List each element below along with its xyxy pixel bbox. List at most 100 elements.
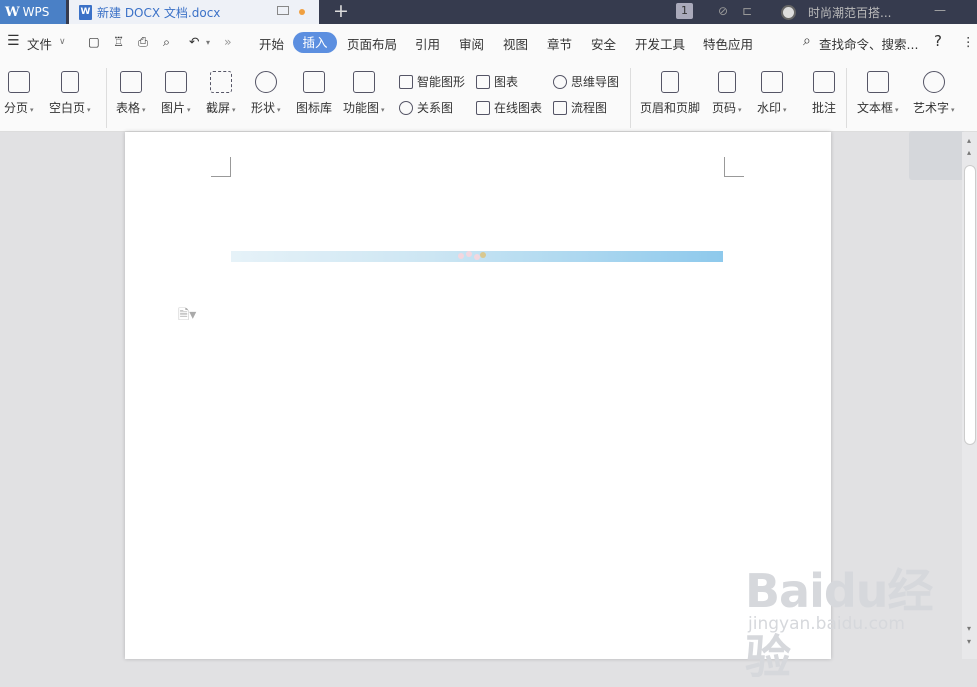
page-number-label: 页码 bbox=[712, 101, 737, 115]
new-tab-button[interactable]: + bbox=[333, 0, 349, 22]
picture-button[interactable]: 图片 ▾ bbox=[161, 71, 191, 116]
icon-library-icon bbox=[303, 71, 325, 93]
tab-developer[interactable]: 开发工具 bbox=[635, 34, 685, 53]
document-tab-title: 新建 DOCX 文档.docx bbox=[97, 5, 221, 20]
top-right-margin-mark bbox=[724, 157, 744, 177]
word-art-button[interactable]: 艺术字 ▾ bbox=[913, 71, 955, 116]
paste-options-icon[interactable]: 🗎▾ bbox=[178, 304, 196, 328]
screenshot-icon bbox=[209, 71, 232, 93]
relation-chart-icon bbox=[399, 100, 413, 115]
more-icon[interactable]: » bbox=[224, 34, 232, 49]
avatar[interactable] bbox=[781, 4, 796, 20]
word-art-label: 艺术字 bbox=[913, 101, 950, 115]
shapes-button[interactable]: 形状 ▾ bbox=[251, 71, 281, 116]
baidu-watermark-url: jingyan.baidu.com bbox=[748, 614, 905, 634]
document-tab[interactable]: W 新建 DOCX 文档.docx bbox=[69, 0, 319, 24]
scroll-up-icon[interactable]: ▴ bbox=[967, 136, 971, 145]
search-icon[interactable]: ⌕ bbox=[803, 33, 811, 49]
undo-icon[interactable]: ↶ bbox=[189, 34, 199, 49]
file-menu-chevron-down-icon[interactable]: ∨ bbox=[59, 37, 66, 47]
exit-icon[interactable]: ⊏ bbox=[742, 4, 752, 18]
document-page[interactable]: 🗎▾ bbox=[125, 132, 831, 659]
page-break-label: 分页 bbox=[4, 101, 29, 115]
tab-chapter[interactable]: 章节 bbox=[547, 34, 572, 53]
blank-page-button[interactable]: 空白页 ▾ bbox=[49, 71, 91, 116]
watermark-icon bbox=[760, 71, 783, 93]
table-button[interactable]: 表格 ▾ bbox=[116, 71, 146, 116]
blank-page-label: 空白页 bbox=[49, 101, 86, 115]
wps-app-tab[interactable]: W WPS bbox=[0, 0, 66, 24]
tab-review[interactable]: 审阅 bbox=[459, 34, 484, 53]
header-footer-label: 页眉和页脚 bbox=[640, 101, 701, 115]
print-icon[interactable]: ⎙ bbox=[138, 34, 148, 50]
document-file-icon: W bbox=[79, 4, 92, 20]
inserted-picture[interactable] bbox=[231, 251, 723, 262]
cherry-blossom-icon bbox=[456, 251, 486, 262]
mind-map-label: 思维导图 bbox=[571, 75, 620, 89]
more-options-icon[interactable]: ⋮ bbox=[962, 34, 975, 49]
window-count-badge[interactable]: 1 bbox=[676, 3, 693, 19]
blank-page-icon bbox=[60, 71, 79, 93]
tab-insert[interactable]: 插入 bbox=[293, 32, 337, 53]
tab-page-layout[interactable]: 页面布局 bbox=[347, 34, 397, 53]
tab-special[interactable]: 特色应用 bbox=[703, 34, 753, 53]
word-art-icon bbox=[922, 71, 945, 93]
online-chart-button[interactable]: 在线图表 bbox=[476, 99, 542, 116]
relation-chart-button[interactable]: 关系图 bbox=[399, 99, 453, 116]
online-chart-icon bbox=[476, 100, 490, 115]
chart-button[interactable]: 图表 bbox=[476, 73, 518, 90]
hamburger-menu-icon[interactable]: ☰ bbox=[7, 33, 20, 49]
print-preview-icon[interactable]: ⌕ bbox=[163, 34, 170, 50]
function-chart-button[interactable]: 功能图 ▾ bbox=[343, 71, 385, 116]
text-box-icon bbox=[866, 71, 889, 93]
comment-icon bbox=[813, 71, 835, 93]
table-icon bbox=[119, 71, 142, 93]
file-menu[interactable]: 文件 bbox=[27, 34, 52, 53]
function-chart-icon bbox=[352, 71, 375, 93]
chart-label: 图表 bbox=[494, 75, 519, 89]
function-chart-label: 功能图 bbox=[343, 101, 380, 115]
help-icon[interactable]: ? bbox=[934, 32, 942, 50]
smart-shape-button[interactable]: 智能图形 bbox=[399, 73, 465, 90]
scroll-up-icon[interactable]: ▴ bbox=[967, 148, 971, 157]
watermark-label: 水印 bbox=[757, 101, 782, 115]
tab-references[interactable]: 引用 bbox=[415, 34, 440, 53]
app-name: WPS bbox=[22, 5, 50, 19]
wps-logo-icon: W bbox=[5, 4, 20, 20]
flowchart-button[interactable]: 流程图 bbox=[553, 99, 607, 116]
ribbon-toolbar: 分页 ▾ 空白页 ▾ 表格 ▾ 图片 ▾ 截屏 ▾ 形状 ▾ 图标库 功能图 ▾ 智能图形 图… bbox=[0, 62, 977, 180]
picture-icon bbox=[164, 71, 187, 93]
word-art-highlight bbox=[909, 131, 965, 180]
watermark-button[interactable]: 水印 ▾ bbox=[757, 71, 787, 116]
text-box-label: 文本框 bbox=[857, 101, 894, 115]
minimize-icon[interactable]: — bbox=[934, 3, 946, 17]
icon-library-button[interactable]: 图标库 bbox=[296, 71, 332, 116]
screenshot-button[interactable]: 截屏 ▾ bbox=[206, 71, 236, 116]
smart-shape-icon bbox=[399, 74, 413, 89]
command-search-input[interactable]: 查找命令、搜索... bbox=[819, 34, 918, 53]
comment-button[interactable]: 批注 bbox=[812, 71, 836, 116]
save-icon[interactable]: ▢ bbox=[88, 34, 100, 49]
monitor-icon[interactable] bbox=[277, 6, 289, 15]
top-left-margin-mark bbox=[211, 157, 231, 177]
ribbon-divider bbox=[630, 68, 631, 128]
page-number-button[interactable]: 页码 ▾ bbox=[712, 71, 742, 116]
tab-home[interactable]: 开始 bbox=[259, 34, 284, 53]
ribbon-divider bbox=[846, 68, 847, 128]
menu-bar: ☰ 文件 ∨ ▢ ♖ ⎙ ⌕ ↶ ▾ » 开始 插入 页面布局 引用 审阅 视图… bbox=[0, 24, 977, 62]
bar-chart-icon bbox=[476, 74, 490, 89]
account-area[interactable]: 时尚潮范百搭... bbox=[781, 0, 891, 24]
format-painter-icon[interactable]: ♖ bbox=[113, 34, 124, 49]
icon-library-label: 图标库 bbox=[296, 101, 333, 115]
tab-view[interactable]: 视图 bbox=[503, 34, 528, 53]
header-footer-button[interactable]: 页眉和页脚 bbox=[640, 71, 700, 116]
shapes-icon bbox=[254, 71, 277, 93]
page-break-button[interactable]: 分页 ▾ bbox=[4, 71, 34, 116]
sync-icon[interactable]: ⊘ bbox=[718, 4, 728, 18]
scrollbar-thumb[interactable] bbox=[964, 165, 976, 445]
undo-chevron-down-icon[interactable]: ▾ bbox=[206, 38, 210, 47]
mind-map-button[interactable]: 思维导图 bbox=[553, 73, 619, 90]
text-box-button[interactable]: 文本框 ▾ bbox=[857, 71, 899, 116]
shapes-label: 形状 bbox=[251, 101, 276, 115]
tab-security[interactable]: 安全 bbox=[591, 34, 616, 53]
